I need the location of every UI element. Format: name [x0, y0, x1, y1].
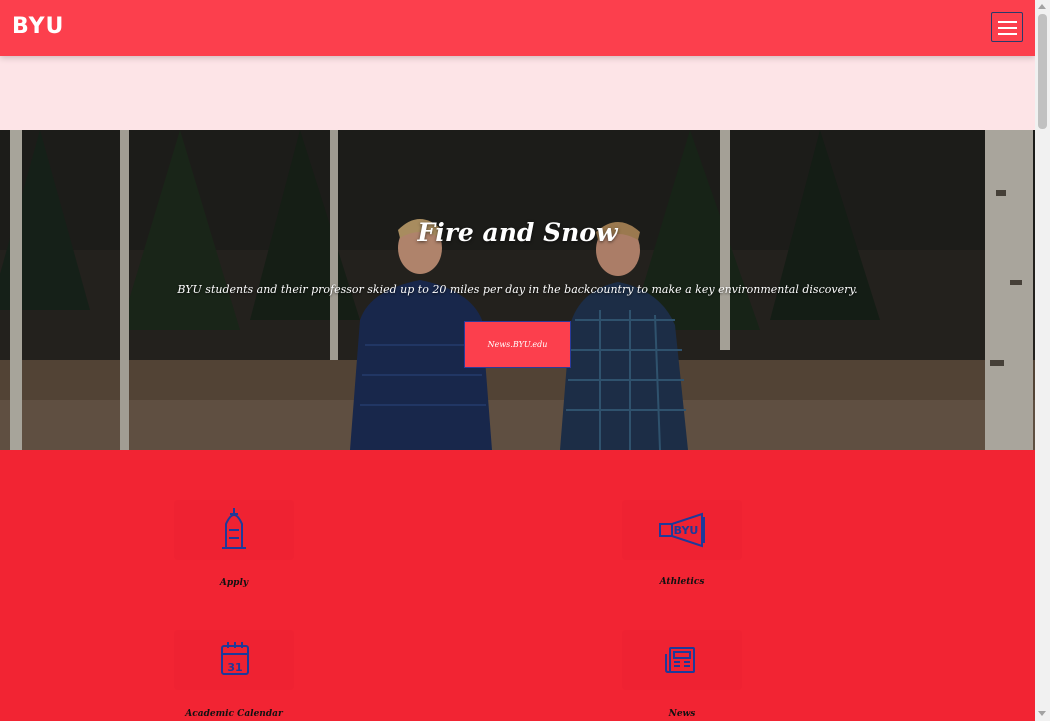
- athletics-link-label[interactable]: Athletics: [602, 577, 762, 587]
- menu-bar-line: [998, 21, 1017, 23]
- hamburger-menu-icon[interactable]: [991, 12, 1023, 42]
- apply-icon: [222, 508, 246, 549]
- news-link-tile[interactable]: [622, 630, 742, 690]
- menu-bar-line: [998, 33, 1017, 35]
- scrollbar-thumb[interactable]: [1038, 14, 1047, 129]
- vertical-scrollbar[interactable]: [1035, 0, 1050, 721]
- scroll-up-arrow-icon[interactable]: [1038, 4, 1046, 9]
- athletics-megaphone-icon: BYU: [659, 512, 705, 548]
- byu-logo[interactable]: BYU: [12, 14, 64, 39]
- hero-banner: Fire and Snow BYU students and their pro…: [0, 130, 1035, 450]
- spacer-band: [0, 56, 1035, 130]
- page: BYU Fire and Snow BYU students and their…: [0, 0, 1035, 721]
- newspaper-icon: [665, 647, 695, 673]
- academic-calendar-link-tile[interactable]: 31: [174, 630, 294, 690]
- quick-links-section: Apply BYU Athletics 31 Academic Calendar…: [0, 450, 1035, 721]
- scroll-down-arrow-icon[interactable]: [1038, 711, 1046, 716]
- apply-link-label[interactable]: Apply: [154, 578, 314, 588]
- athletics-link-tile[interactable]: BYU: [622, 500, 742, 560]
- hero-subtitle: BYU students and their professor skied u…: [177, 283, 858, 296]
- calendar-icon: 31: [221, 642, 249, 675]
- news-link-label[interactable]: News: [602, 709, 762, 719]
- top-navigation-bar: BYU: [0, 0, 1035, 56]
- svg-text:BYU: BYU: [674, 524, 699, 537]
- menu-bar-line: [998, 27, 1017, 29]
- news-link-button[interactable]: News.BYU.edu: [464, 321, 571, 368]
- apply-link-tile[interactable]: [174, 500, 294, 560]
- hero-title: Fire and Snow: [417, 218, 618, 247]
- academic-calendar-link-label[interactable]: Academic Calendar: [154, 709, 314, 719]
- calendar-day-text: 31: [227, 661, 242, 674]
